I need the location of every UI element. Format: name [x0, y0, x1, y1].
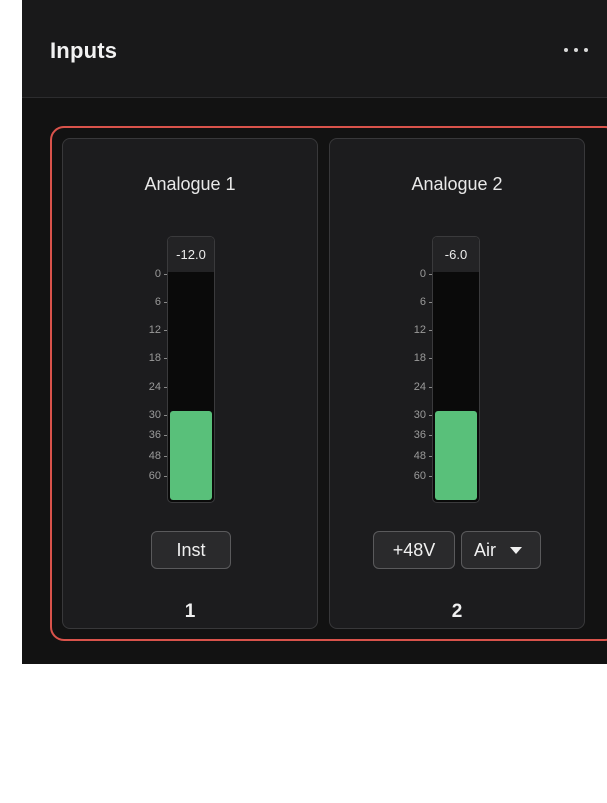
channel-name: Analogue 2	[411, 174, 503, 194]
dot	[584, 48, 588, 52]
scale-label: 48	[148, 450, 161, 462]
dot	[574, 48, 578, 52]
scale-label: 6	[419, 296, 426, 308]
meter-fill	[435, 411, 477, 500]
scale-label: 18	[148, 352, 161, 364]
phantom-power-button[interactable]: +48V	[373, 531, 455, 569]
level-meter: -12.0	[167, 236, 215, 503]
level-meter: -6.0	[432, 236, 480, 503]
scale-label: 36	[148, 429, 161, 441]
inst-button[interactable]: Inst	[151, 531, 231, 569]
scale-label: 30	[413, 409, 426, 421]
scale-label: 30	[148, 409, 161, 421]
panel-header: Inputs	[22, 0, 607, 98]
channel-analogue-2: Analogue 2 0 6 12 18 24 30 36 48 60 -6.0 +48V Ai…	[329, 138, 585, 629]
peak-readout: -6.0	[433, 237, 479, 272]
channel-analogue-1: Analogue 1 0 6 12 18 24 30 36 48 60 -12.0 Inst 1	[62, 138, 318, 629]
scale-label: 6	[154, 296, 161, 308]
scale-label: 18	[413, 352, 426, 364]
scale-label: 24	[148, 381, 161, 393]
peak-readout: -12.0	[168, 237, 214, 272]
meter-fill	[170, 411, 212, 500]
ellipsis-icon[interactable]	[560, 36, 592, 64]
panel-title: Inputs	[50, 38, 118, 63]
scale-label: 0	[419, 268, 426, 280]
scale-label: 36	[413, 429, 426, 441]
meter-scale: 0 6 12 18 24 30 36 48 60	[131, 139, 171, 803]
meter-scale: 0 6 12 18 24 30 36 48 60	[396, 139, 436, 803]
dot	[564, 48, 568, 52]
channel-group: Analogue 1 0 6 12 18 24 30 36 48 60 -12.0 Inst 1…	[50, 126, 607, 641]
scale-label: 0	[154, 268, 161, 280]
scale-label: 60	[148, 470, 161, 482]
channel-number: 1	[184, 601, 196, 622]
air-select-value: Air	[474, 539, 496, 560]
air-select[interactable]: Air	[461, 531, 541, 569]
scale-label: 60	[413, 470, 426, 482]
channel-name: Analogue 1	[144, 174, 236, 194]
scale-label: 12	[413, 324, 426, 336]
channel-number: 2	[451, 601, 463, 622]
scale-label: 48	[413, 450, 426, 462]
chevron-down-icon	[510, 546, 522, 554]
inputs-panel: Inputs Analogue 1 0 6 12 18 24 30 36 48 60 -12.0…	[22, 0, 607, 664]
scale-label: 12	[148, 324, 161, 336]
scale-label: 24	[413, 381, 426, 393]
